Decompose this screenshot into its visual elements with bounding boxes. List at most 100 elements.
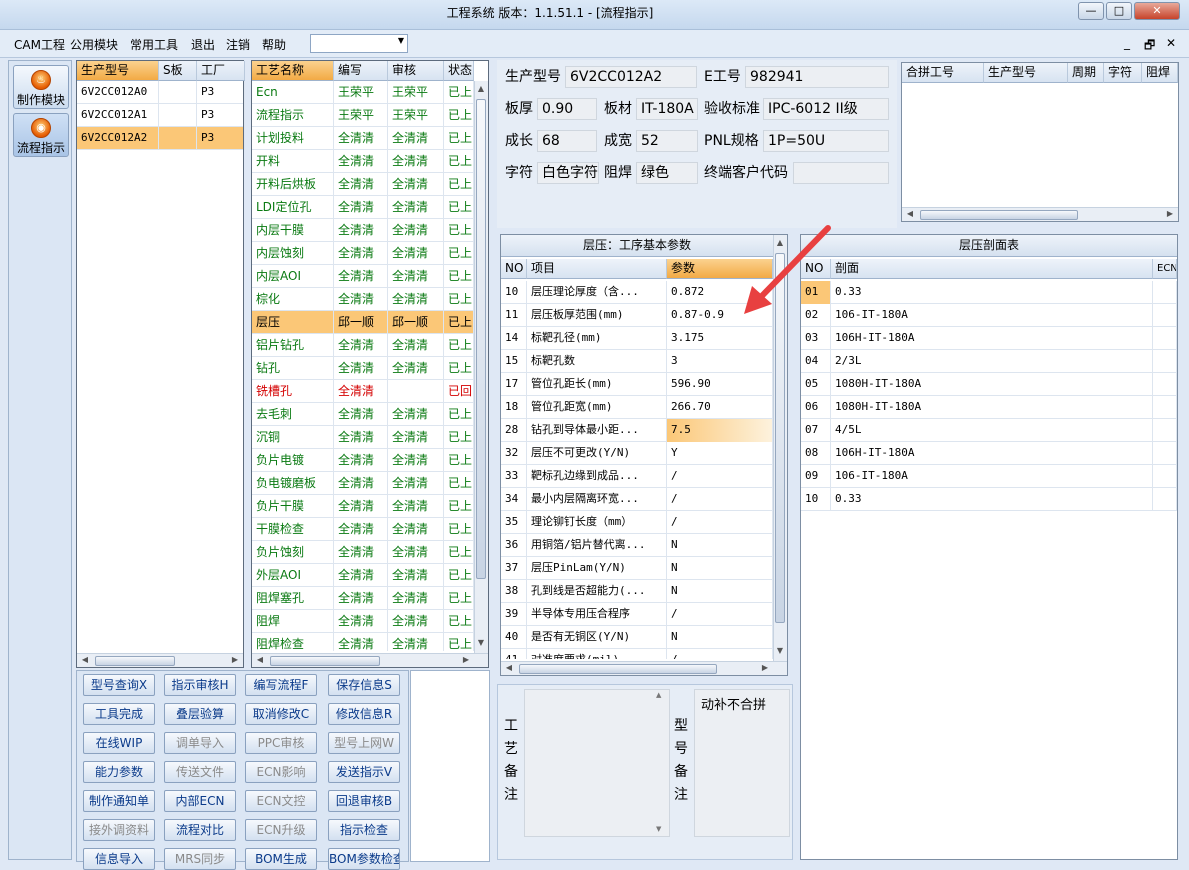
action-button[interactable]: 信息导入 xyxy=(83,848,155,870)
remark-vscroll[interactable]: ▲ ▼ xyxy=(656,691,668,835)
table-row[interactable]: 开料后烘板 全清清 全清清 已上 xyxy=(252,173,474,196)
action-button[interactable]: 指示审核H xyxy=(164,674,236,696)
table-row[interactable]: Ecn 王荣平 王荣平 已上 xyxy=(252,81,474,104)
col-header-factory[interactable]: 工厂 xyxy=(197,61,245,81)
action-button[interactable]: 保存信息S xyxy=(328,674,400,696)
mdi-close-button[interactable]: ✕ xyxy=(1166,36,1176,50)
maximize-button[interactable]: □ xyxy=(1106,2,1132,20)
col-header-char[interactable]: 字符 xyxy=(1104,63,1142,83)
table-row[interactable]: 02 106-IT-180A xyxy=(801,304,1177,327)
table-row[interactable]: 层压 邱一顺 邱一顺 已上 xyxy=(252,311,474,334)
table-row[interactable]: 06 1080H-IT-180A xyxy=(801,396,1177,419)
table-row[interactable]: 10 0.33 xyxy=(801,488,1177,511)
nav-process-guide[interactable]: ◉ 流程指示 xyxy=(13,113,69,157)
scroll-thumb[interactable] xyxy=(476,99,486,579)
table-row[interactable]: 36 用铜箔/铝片替代离... N xyxy=(501,534,773,557)
table-row[interactable]: 6V2CC012A2 P3 xyxy=(77,127,245,150)
col-header-s-board[interactable]: S板 xyxy=(159,61,197,81)
action-button[interactable]: BOM参数检查 xyxy=(328,848,400,870)
table-row[interactable]: 沉铜 全清清 全清清 已上 xyxy=(252,426,474,449)
minimize-button[interactable]: — xyxy=(1078,2,1104,20)
table-row[interactable]: 05 1080H-IT-180A xyxy=(801,373,1177,396)
table-row[interactable]: 04 2/3L xyxy=(801,350,1177,373)
table-row[interactable]: 35 理论铆钉长度（mm） / xyxy=(501,511,773,534)
action-button[interactable]: 内部ECN xyxy=(164,790,236,812)
scroll-down-icon[interactable]: ▼ xyxy=(475,637,487,649)
col-header-merge-model[interactable]: 生产型号 xyxy=(984,63,1068,83)
menu-public-module[interactable]: 公用模块 xyxy=(70,36,118,53)
table-row[interactable]: 37 层压PinLam(Y/N) N xyxy=(501,557,773,580)
scroll-thumb[interactable] xyxy=(519,664,717,674)
table-row[interactable]: 钻孔 全清清 全清清 已上 xyxy=(252,357,474,380)
mdi-restore-button[interactable]: 🗗 xyxy=(1144,36,1155,57)
menu-tools[interactable]: 常用工具 xyxy=(130,36,178,53)
scroll-thumb[interactable] xyxy=(95,656,175,666)
field-thickness[interactable]: 0.90 xyxy=(537,98,597,120)
table-row[interactable]: 内层AOI 全清清 全清清 已上 xyxy=(252,265,474,288)
scroll-thumb[interactable] xyxy=(270,656,380,666)
scroll-left-icon[interactable]: ◀ xyxy=(904,208,916,220)
table-row[interactable]: 干膜检查 全清清 全清清 已上 xyxy=(252,518,474,541)
table-row[interactable]: 去毛刺 全清清 全清清 已上 xyxy=(252,403,474,426)
field-mask[interactable]: 绿色 xyxy=(636,162,698,184)
table-row[interactable]: 内层干膜 全清清 全清清 已上 xyxy=(252,219,474,242)
table-row[interactable]: 34 最小内层隔离环宽... / xyxy=(501,488,773,511)
table-row[interactable]: 28 钻孔到导体最小距... 7.5 xyxy=(501,419,773,442)
menu-exit[interactable]: 退出 xyxy=(191,36,215,53)
action-button[interactable]: 叠层验算 xyxy=(164,703,236,725)
scroll-down-icon[interactable]: ▼ xyxy=(774,645,786,657)
table-row[interactable]: 负片干膜 全清清 全清清 已上 xyxy=(252,495,474,518)
table-row[interactable]: 40 是否有无铜区(Y/N) N xyxy=(501,626,773,649)
action-button[interactable]: 发送指示V xyxy=(328,761,400,783)
col-header-cycle[interactable]: 周期 xyxy=(1068,63,1104,83)
table-row[interactable]: 18 管位孔距宽(mm) 266.70 xyxy=(501,396,773,419)
action-button[interactable]: 流程对比 xyxy=(164,819,236,841)
table-row[interactable]: 01 0.33 xyxy=(801,281,1177,304)
table-row[interactable]: 阻焊塞孔 全清清 全清清 已上 xyxy=(252,587,474,610)
table-row[interactable]: 6V2CC012A0 P3 xyxy=(77,81,245,104)
col-header-merge-no[interactable]: 合拼工号 xyxy=(902,63,984,83)
action-button[interactable]: 制作通知单 xyxy=(83,790,155,812)
toolbar-combo[interactable]: ▼ xyxy=(310,34,408,53)
col-header-model[interactable]: 生产型号 xyxy=(77,61,159,81)
field-width[interactable]: 52 xyxy=(636,130,698,152)
scroll-up-icon[interactable]: ▲ xyxy=(656,691,661,699)
menu-logout[interactable]: 注销 xyxy=(226,36,250,53)
merge-hscroll[interactable]: ◀ ▶ xyxy=(902,207,1178,221)
params-hscroll[interactable]: ◀ ▶ xyxy=(501,661,787,675)
field-pnl[interactable]: 1P=50U xyxy=(763,130,889,152)
action-button[interactable]: 工具完成 xyxy=(83,703,155,725)
table-row[interactable]: 33 靶标孔边缘到成品... / xyxy=(501,465,773,488)
table-row[interactable]: 内层蚀刻 全清清 全清清 已上 xyxy=(252,242,474,265)
action-button[interactable]: 能力参数 xyxy=(83,761,155,783)
table-row[interactable]: 铝片钻孔 全清清 全清清 已上 xyxy=(252,334,474,357)
field-eno[interactable]: 982941 xyxy=(745,66,889,88)
table-row[interactable]: 铣槽孔 全清清 已回 xyxy=(252,380,474,403)
action-button[interactable]: 指示检查 xyxy=(328,819,400,841)
table-row[interactable]: 负片蚀刻 全清清 全清清 已上 xyxy=(252,541,474,564)
scroll-right-icon[interactable]: ▶ xyxy=(229,654,241,666)
table-row[interactable]: 开料 全清清 全清清 已上 xyxy=(252,150,474,173)
process-remark-textarea[interactable] xyxy=(524,689,670,837)
table-row[interactable]: 14 标靶孔径(mm) 3.175 xyxy=(501,327,773,350)
table-row[interactable]: 棕化 全清清 全清清 已上 xyxy=(252,288,474,311)
table-row[interactable]: 阻焊检查 全清清 全清清 已上 xyxy=(252,633,474,651)
table-row[interactable]: 15 标靶孔数 3 xyxy=(501,350,773,373)
table-row[interactable]: 负片电镀 全清清 全清清 已上 xyxy=(252,449,474,472)
table-row[interactable]: LDI定位孔 全清清 全清清 已上 xyxy=(252,196,474,219)
table-row[interactable]: 38 孔到线是否超能力(... N xyxy=(501,580,773,603)
close-button[interactable]: ✕ xyxy=(1134,2,1180,20)
table-row[interactable]: 03 106H-IT-180A xyxy=(801,327,1177,350)
menu-cam[interactable]: CAM工程 xyxy=(14,36,65,53)
col-header-ecn[interactable]: ECN xyxy=(1153,259,1177,279)
scroll-right-icon[interactable]: ▶ xyxy=(1164,208,1176,220)
table-row[interactable]: 41对准度要求(mil)/ xyxy=(501,649,773,659)
scroll-left-icon[interactable]: ◀ xyxy=(254,654,266,666)
nav-make-module[interactable]: ♨ 制作模块 xyxy=(13,65,69,109)
table-row[interactable]: 阻焊 全清清 全清清 已上 xyxy=(252,610,474,633)
scroll-down-icon[interactable]: ▼ xyxy=(656,825,661,833)
model-remark-textarea[interactable]: 动补不合拼 xyxy=(694,689,790,837)
table-row[interactable]: 计划投料 全清清 全清清 已上 xyxy=(252,127,474,150)
scroll-thumb[interactable] xyxy=(920,210,1078,220)
table-row[interactable]: 11 层压板厚范围(mm) 0.87-0.9 xyxy=(501,304,773,327)
